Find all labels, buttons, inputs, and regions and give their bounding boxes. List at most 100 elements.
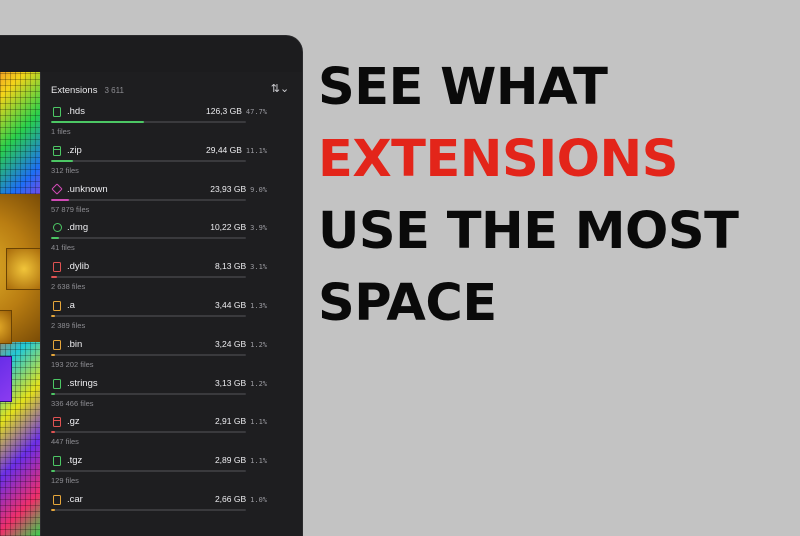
- extension-size: 29,44 GB 11.1%: [177, 145, 267, 155]
- list-item[interactable]: .tgz 2,89 GB 1.1% 129 files: [51, 455, 267, 494]
- extension-size: 3,13 GB 1.2%: [177, 378, 267, 388]
- extension-size: 3,24 GB 1.2%: [177, 339, 267, 349]
- size-value: 29,44 GB: [206, 144, 242, 155]
- treemap-block[interactable]: [6, 248, 40, 290]
- document-icon: [53, 456, 61, 467]
- file-count: 312 files: [51, 165, 79, 175]
- list-item[interactable]: .unknown 23,93 GB 9.0% 57 879 files: [51, 182, 267, 223]
- list-item[interactable]: .dylib 8,13 GB 3.1% 2 638 files: [51, 261, 267, 300]
- extension-size: 126,3 GB 47.7%: [177, 106, 267, 116]
- document-icon: [53, 339, 61, 350]
- percent-value: 3.1%: [250, 263, 267, 272]
- usage-bar-fill: [51, 314, 55, 317]
- extension-size: 2,66 GB 1.0%: [177, 494, 267, 504]
- size-value: 10,22 GB: [210, 222, 247, 233]
- extension-size: 3,44 GB 1.3%: [177, 300, 267, 310]
- file-count: 447 files: [51, 437, 79, 447]
- size-value: 126,3 GB: [206, 106, 242, 116]
- usage-bar-fill: [51, 392, 55, 395]
- extension-size: 2,91 GB 1.1%: [177, 416, 267, 426]
- extension-name: .a: [67, 299, 75, 311]
- list-item[interactable]: .gz 2,91 GB 1.1% 447 files: [51, 416, 267, 455]
- percent-value: 1.2%: [250, 340, 267, 349]
- sort-arrows-icon: ⇅⌄: [270, 83, 290, 95]
- sort-button[interactable]: ⇅⌄: [267, 80, 293, 98]
- treemap-view[interactable]: [0, 72, 40, 536]
- percent-value: 1.2%: [250, 379, 267, 388]
- file-count: 1 files: [51, 127, 71, 136]
- percent-value: 1.3%: [250, 301, 267, 310]
- file-count: 129 files: [51, 476, 79, 486]
- usage-bar: [51, 276, 246, 279]
- percent-value: 1.1%: [250, 457, 267, 466]
- size-value: 3,13 GB: [214, 377, 247, 388]
- extension-count: 3 611: [104, 85, 124, 95]
- usage-bar: [51, 198, 246, 201]
- extension-name: .tgz: [67, 455, 83, 467]
- usage-bar: [51, 353, 246, 356]
- extension-size: 2,89 GB 1.1%: [177, 455, 267, 465]
- sidebar-header: Extensions 3 611: [51, 80, 271, 100]
- size-value: 2,91 GB: [214, 416, 247, 427]
- document-icon: [53, 262, 61, 273]
- extension-list: .hds 126,3 GB 47.7% 1 files .zip 29,44 GB 11.1…: [51, 106, 267, 533]
- extension-name: .hds: [67, 106, 85, 117]
- usage-bar-fill: [51, 431, 55, 434]
- extension-name: .unknown: [67, 183, 108, 195]
- file-count: 193 202 files: [51, 359, 94, 369]
- headline: SEE WHAT EXTENSIONS USE THE MOST SPACE: [318, 52, 788, 340]
- extension-name: .car: [67, 493, 83, 505]
- file-count: 2 389 files: [51, 320, 86, 330]
- file-count: 336 466 files: [51, 398, 94, 408]
- usage-bar: [51, 121, 246, 123]
- percent-value: 3.9%: [250, 224, 267, 233]
- headline-line-3: USE THE MOST: [318, 202, 739, 261]
- file-count: 2 638 files: [51, 282, 86, 292]
- size-value: 2,66 GB: [214, 493, 247, 504]
- percent-value: 11.1%: [245, 146, 267, 155]
- usage-bar-fill: [51, 121, 144, 123]
- percent-value: 47.7%: [245, 108, 267, 116]
- usage-bar: [51, 237, 246, 240]
- list-item[interactable]: .strings 3,13 GB 1.2% 336 466 files: [51, 377, 267, 417]
- treemap-block[interactable]: [0, 356, 12, 402]
- treemap-block[interactable]: [0, 310, 12, 344]
- file-count: 57 879 files: [51, 204, 90, 214]
- list-item[interactable]: .a 3,44 GB 1.3% 2 389 files: [51, 299, 267, 339]
- usage-bar: [51, 431, 246, 434]
- usage-bar: [51, 159, 246, 162]
- document-icon: [53, 300, 61, 311]
- app-window: Extensions 3 611 ⇅⌄ .hds 126,3 GB 47.7% 1 f…: [0, 36, 302, 536]
- sidebar-title: Extensions: [51, 84, 98, 96]
- document-icon: [53, 378, 61, 389]
- extension-name: .bin: [67, 338, 83, 350]
- document-icon: [53, 107, 61, 117]
- percent-value: 9.0%: [250, 185, 267, 194]
- usage-bar-fill: [51, 353, 55, 356]
- extension-size: 10,22 GB 3.9%: [177, 222, 267, 232]
- usage-bar-fill: [51, 276, 58, 279]
- usage-bar-fill: [51, 159, 73, 162]
- usage-bar: [51, 508, 246, 511]
- size-value: 2,89 GB: [214, 455, 247, 466]
- list-item[interactable]: .hds 126,3 GB 47.7% 1 files: [51, 106, 267, 145]
- list-item[interactable]: .dmg 10,22 GB 3.9% 41 files: [51, 222, 267, 261]
- disk-image-icon: [53, 223, 62, 233]
- usage-bar: [51, 392, 246, 395]
- size-value: 3,24 GB: [214, 338, 247, 349]
- percent-value: 1.1%: [250, 418, 267, 427]
- extension-name: .zip: [67, 144, 82, 156]
- extension-size: 23,93 GB 9.0%: [177, 184, 267, 194]
- usage-bar: [51, 314, 246, 317]
- size-value: 23,93 GB: [210, 183, 247, 194]
- list-item[interactable]: .zip 29,44 GB 11.1% 312 files: [51, 144, 267, 184]
- usage-bar-fill: [51, 237, 59, 240]
- extension-size: 8,13 GB 3.1%: [177, 261, 267, 271]
- extension-name: .strings: [67, 377, 98, 389]
- list-item[interactable]: .bin 3,24 GB 1.2% 193 202 files: [51, 338, 267, 378]
- headline-line-4: SPACE: [318, 274, 497, 333]
- usage-bar-fill: [51, 470, 55, 473]
- headline-line-1: SEE WHAT: [318, 58, 608, 117]
- usage-bar: [51, 470, 246, 473]
- extension-name: .dylib: [67, 261, 90, 273]
